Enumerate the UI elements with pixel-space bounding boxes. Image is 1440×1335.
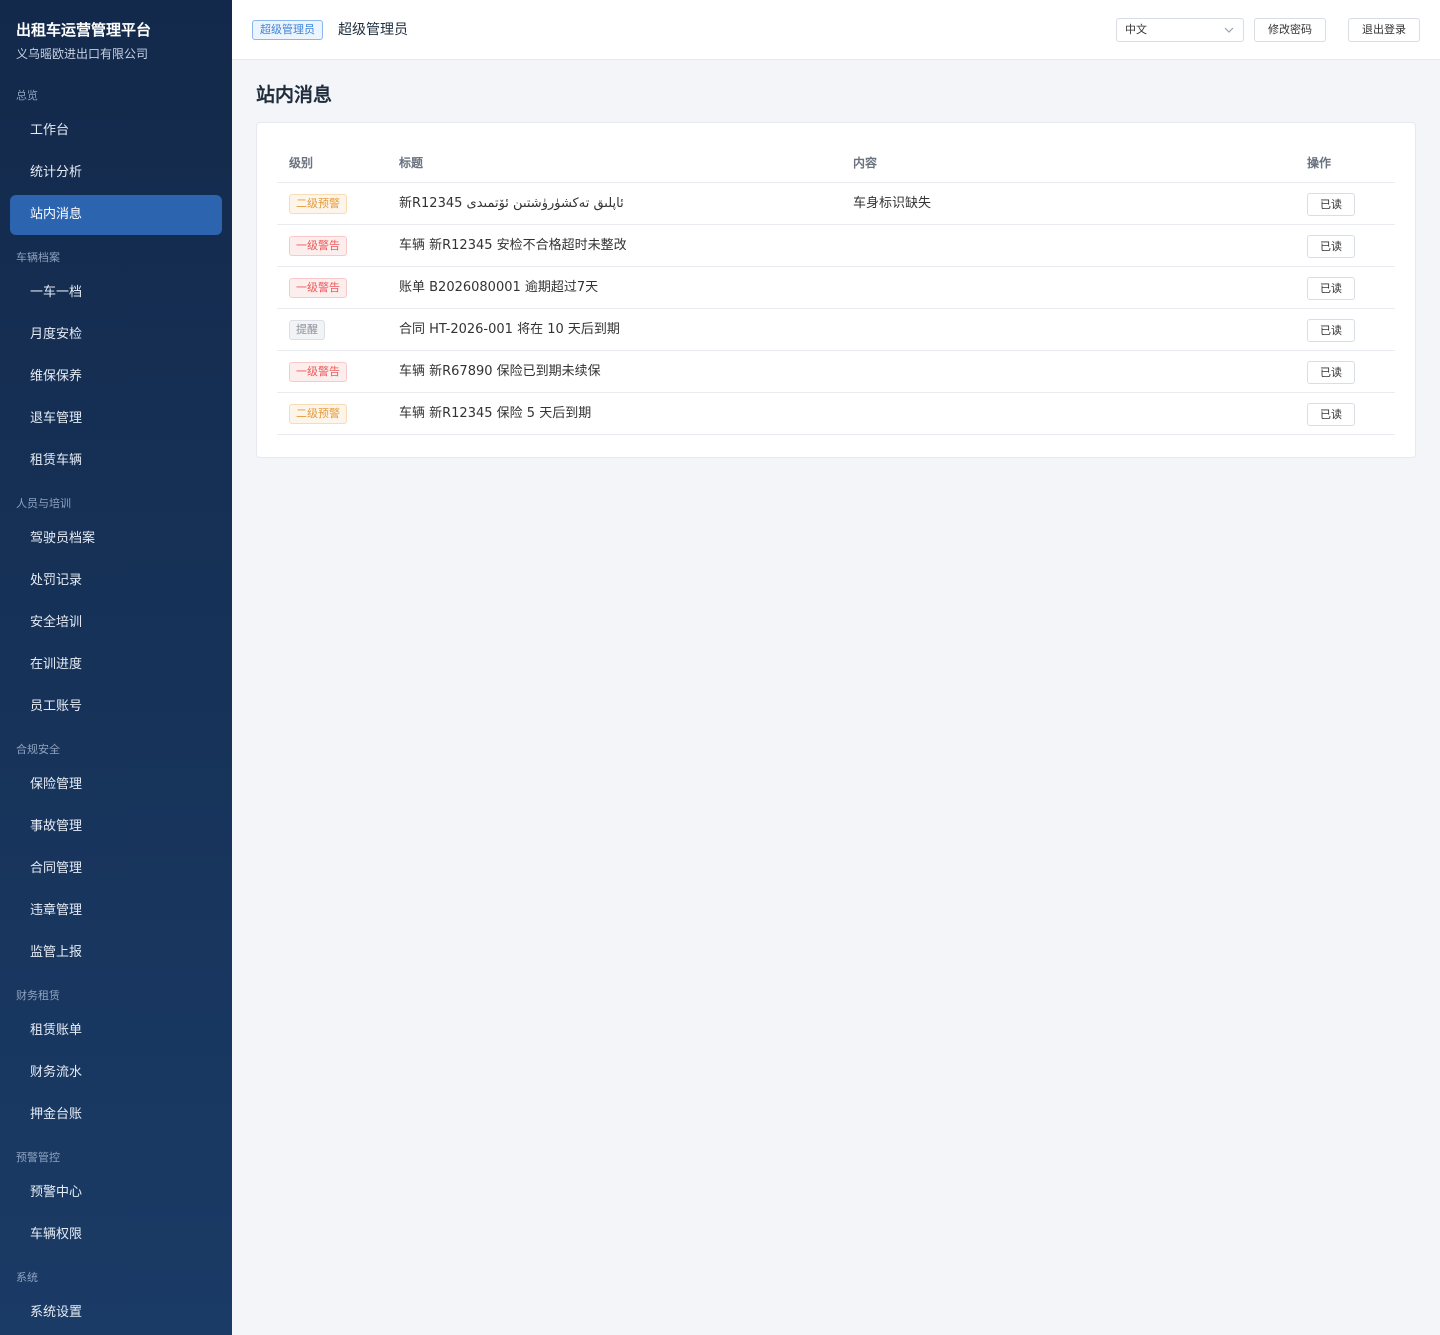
sidebar-item-rental-vehicles[interactable]: 租赁车辆 [10, 441, 222, 481]
nav-group-finance: 财务租赁 [16, 989, 60, 1002]
sidebar-item-safety-training[interactable]: 安全培训 [10, 603, 222, 643]
nav-group-system: 系统 [16, 1271, 38, 1284]
table-row: 二级预警 车辆 新R12345 保险 5 天后到期 已读 [277, 393, 1395, 435]
level-badge: 一级警告 [289, 278, 347, 298]
role-tag: 超级管理员 [252, 20, 323, 40]
chevron-down-icon [1224, 27, 1234, 33]
nav-group-overview: 总览 [16, 89, 38, 102]
sidebar-item-contracts[interactable]: 合同管理 [10, 849, 222, 889]
sidebar-item-messages[interactable]: 站内消息 [10, 195, 222, 235]
sidebar-item-workbench[interactable]: 工作台 [10, 111, 222, 151]
messages-table: 级别 标题 内容 操作 二级预警 新R12345 ئاپلىق تەكشۈرۈش… [277, 143, 1395, 435]
mark-read-button[interactable]: 已读 [1307, 403, 1355, 426]
sidebar-item-system-settings[interactable]: 系统设置 [10, 1293, 222, 1333]
sidebar-item-training-progress[interactable]: 在训进度 [10, 645, 222, 685]
mark-read-button[interactable]: 已读 [1307, 235, 1355, 258]
mark-read-button[interactable]: 已读 [1307, 277, 1355, 300]
language-select[interactable]: 中文 [1116, 18, 1244, 42]
level-badge: 二级预警 [289, 194, 347, 214]
table-header: 级别 标题 内容 操作 [277, 143, 1395, 183]
level-badge: 二级预警 [289, 404, 347, 424]
level-badge: 一级警告 [289, 362, 347, 382]
table-row: 二级预警 新R12345 ئاپلىق تەكشۈرۈشتىن ئۆتمىدى … [277, 183, 1395, 225]
nav-group-personnel: 人员与培训 [16, 497, 71, 510]
sidebar-item-rental-bills[interactable]: 租赁账单 [10, 1011, 222, 1051]
sidebar-item-statistics[interactable]: 统计分析 [10, 153, 222, 193]
change-password-button[interactable]: 修改密码 [1254, 18, 1326, 42]
sidebar-item-accidents[interactable]: 事故管理 [10, 807, 222, 847]
nav-group-vehicles: 车辆档案 [16, 251, 60, 264]
column-header-title: 标题 [399, 156, 424, 170]
table-row: 一级警告 车辆 新R67890 保险已到期未续保 已读 [277, 351, 1395, 393]
table-row: 提醒 合同 HT-2026-001 将在 10 天后到期 已读 [277, 309, 1395, 351]
sidebar-item-driver-files[interactable]: 驾驶员档案 [10, 519, 222, 559]
sidebar-item-penalties[interactable]: 处罚记录 [10, 561, 222, 601]
sidebar-item-monthly-inspection[interactable]: 月度安检 [10, 315, 222, 355]
app-title: 出租车运营管理平台 [16, 21, 152, 39]
level-badge: 提醒 [289, 320, 325, 340]
sidebar-item-maintenance[interactable]: 维保保养 [10, 357, 222, 397]
sidebar-item-deposit-ledger[interactable]: 押金台账 [10, 1095, 222, 1135]
logout-button[interactable]: 退出登录 [1348, 18, 1420, 42]
level-badge: 一级警告 [289, 236, 347, 256]
sidebar-item-insurance[interactable]: 保险管理 [10, 765, 222, 805]
messages-card: 级别 标题 内容 操作 二级预警 新R12345 ئاپلىق تەكشۈرۈش… [256, 122, 1416, 458]
table-row: 一级警告 账单 B2026080001 逾期超过7天 已读 [277, 267, 1395, 309]
mark-read-button[interactable]: 已读 [1307, 193, 1355, 216]
column-header-action: 操作 [1307, 156, 1332, 170]
mark-read-button[interactable]: 已读 [1307, 361, 1355, 384]
column-header-content: 内容 [853, 156, 878, 170]
nav-group-compliance: 合规安全 [16, 743, 60, 756]
sidebar: 出租车运营管理平台 义乌暚欧进出口有限公司 总览 工作台 统计分析 站内消息 车… [0, 0, 232, 1335]
sidebar-item-alert-center[interactable]: 预警中心 [10, 1173, 222, 1213]
nav-group-alerts: 预警管控 [16, 1151, 60, 1164]
mark-read-button[interactable]: 已读 [1307, 319, 1355, 342]
sidebar-item-violations[interactable]: 违章管理 [10, 891, 222, 931]
message-title: 合同 HT-2026-001 将在 10 天后到期 [399, 322, 620, 337]
brand: 出租车运营管理平台 义乌暚欧进出口有限公司 [16, 20, 151, 62]
message-title: 车辆 新R12345 安检不合格超时未整改 [399, 238, 627, 253]
sidebar-item-finance-flow[interactable]: 财务流水 [10, 1053, 222, 1093]
company-name: 义乌暚欧进出口有限公司 [16, 47, 149, 61]
message-title: 账单 B2026080001 逾期超过7天 [399, 280, 599, 295]
user-name: 超级管理员 [338, 22, 408, 38]
message-content: 车身标识缺失 [853, 196, 932, 211]
sidebar-item-regulatory-report[interactable]: 监管上报 [10, 933, 222, 973]
message-title: 车辆 新R12345 保险 5 天后到期 [399, 406, 592, 421]
table-row: 一级警告 车辆 新R12345 安检不合格超时未整改 已读 [277, 225, 1395, 267]
sidebar-item-staff-accounts[interactable]: 员工账号 [10, 687, 222, 727]
language-value: 中文 [1125, 23, 1147, 36]
message-title: 新R12345 ئاپلىق تەكشۈرۈشتىن ئۆتمىدى [399, 196, 624, 211]
message-title: 车辆 新R67890 保险已到期未续保 [399, 364, 601, 379]
sidebar-item-vehicle-permissions[interactable]: 车辆权限 [10, 1215, 222, 1255]
column-header-level: 级别 [289, 156, 314, 170]
sidebar-item-vehicle-return[interactable]: 退车管理 [10, 399, 222, 439]
top-header: 超级管理员 超级管理员 中文 修改密码 退出登录 [232, 0, 1440, 60]
sidebar-item-vehicle-file[interactable]: 一车一档 [10, 273, 222, 313]
page-title: 站内消息 [256, 84, 333, 106]
